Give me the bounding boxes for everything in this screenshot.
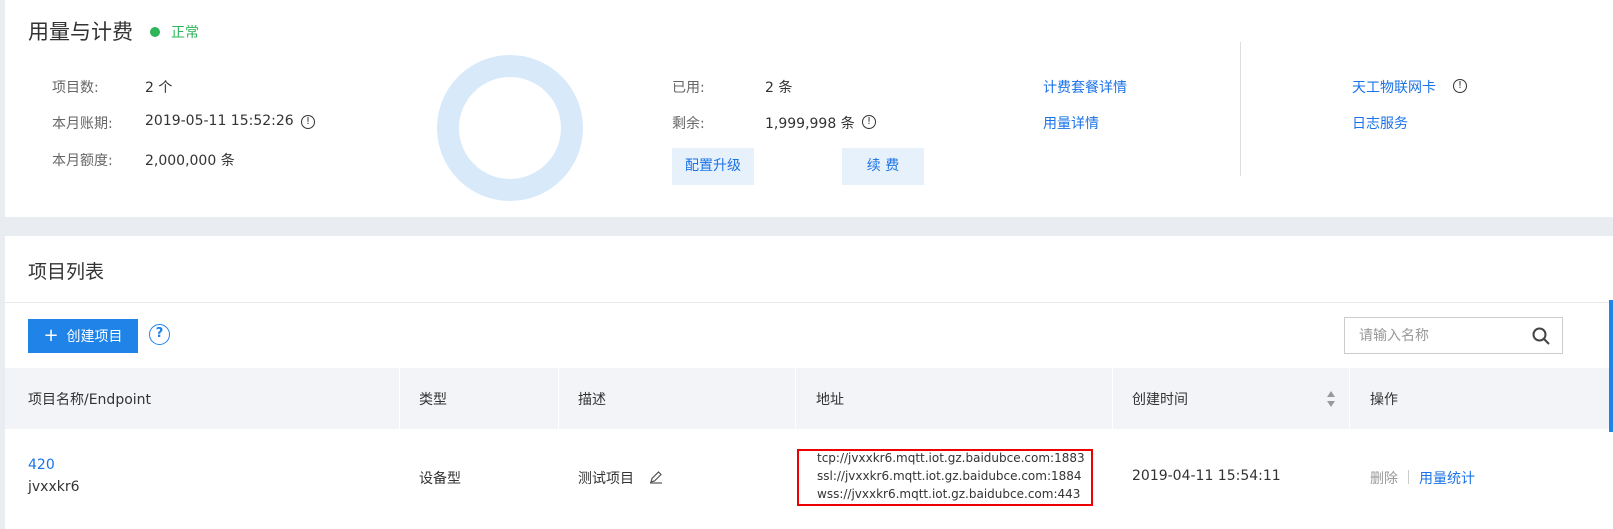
- billing-plan-details-link[interactable]: 计费套餐详情: [1043, 77, 1127, 97]
- quota-value: 2,000,000 条: [145, 153, 235, 169]
- divider: [399, 368, 400, 429]
- status-dot-icon: [150, 27, 160, 37]
- usage-donut-chart: [437, 55, 583, 201]
- project-endpoint: jvxxkr6: [28, 479, 80, 495]
- quota-label: 本月额度:: [52, 153, 113, 169]
- remaining-value: 1,999,998 条: [765, 116, 855, 132]
- usage-stats-action[interactable]: 用量统计: [1419, 468, 1475, 488]
- billing-period-label: 本月账期:: [52, 116, 113, 132]
- project-count-value: 2 个: [145, 80, 173, 96]
- divider: [5, 302, 1613, 303]
- search-icon[interactable]: [1532, 327, 1550, 345]
- used-label: 已用:: [672, 80, 705, 96]
- create-project-label: 创建项目: [66, 329, 123, 345]
- project-name-link[interactable]: 420: [28, 457, 55, 473]
- billing-period-info-icon[interactable]: !: [301, 115, 315, 129]
- column-header-created[interactable]: 创建时间: [1132, 389, 1188, 409]
- search-box: [1344, 317, 1563, 354]
- renew-button[interactable]: 续 费: [842, 148, 924, 185]
- column-header-actions: 操作: [1370, 392, 1398, 408]
- address-ssl: ssl://jvxxkr6.mqtt.iot.gz.baidubce.com:1…: [817, 469, 1082, 483]
- column-header-name: 项目名称/Endpoint: [28, 392, 152, 408]
- billing-period-value: 2019-05-11 15:52:26: [145, 113, 294, 129]
- address-tcp: tcp://jvxxkr6.mqtt.iot.gz.baidubce.com:1…: [817, 451, 1085, 465]
- address-wss: wss://jvxxkr6.mqtt.iot.gz.baidubce.com:4…: [817, 487, 1081, 501]
- remaining-label: 剩余:: [672, 116, 705, 132]
- usage-title: 用量与计费: [28, 20, 133, 44]
- project-list-title: 项目列表: [28, 261, 105, 283]
- divider: [558, 368, 559, 429]
- divider: [795, 368, 796, 429]
- delete-action[interactable]: 删除: [1370, 468, 1398, 488]
- iot-card-link[interactable]: 天工物联网卡: [1352, 77, 1436, 97]
- divider: [1349, 368, 1350, 429]
- remaining-info-icon[interactable]: !: [862, 115, 876, 129]
- usage-details-link[interactable]: 用量详情: [1043, 113, 1099, 133]
- column-header-type: 类型: [419, 392, 447, 408]
- divider: [1408, 470, 1409, 484]
- sort-icon[interactable]: [1326, 390, 1336, 408]
- divider: [1240, 42, 1241, 176]
- usage-card: [5, 0, 1613, 217]
- status-text: 正常: [171, 25, 199, 41]
- create-project-button[interactable]: + 创建项目: [28, 319, 138, 353]
- log-service-link[interactable]: 日志服务: [1352, 113, 1408, 133]
- project-count-label: 项目数:: [52, 80, 99, 96]
- search-input[interactable]: [1359, 326, 1519, 346]
- scrollbar[interactable]: [1609, 300, 1613, 432]
- project-type: 设备型: [419, 471, 461, 487]
- column-header-description: 描述: [578, 392, 606, 408]
- plus-icon: +: [43, 325, 59, 346]
- used-value: 2 条: [765, 80, 793, 96]
- help-icon[interactable]: ?: [149, 324, 170, 345]
- project-created-time: 2019-04-11 15:54:11: [1132, 468, 1281, 484]
- divider: [1112, 368, 1113, 429]
- edit-icon[interactable]: [649, 470, 663, 484]
- upgrade-button[interactable]: 配置升级: [672, 148, 754, 185]
- iot-card-info-icon[interactable]: !: [1453, 79, 1467, 93]
- column-header-address: 地址: [816, 392, 844, 408]
- project-description: 测试项目: [578, 471, 634, 487]
